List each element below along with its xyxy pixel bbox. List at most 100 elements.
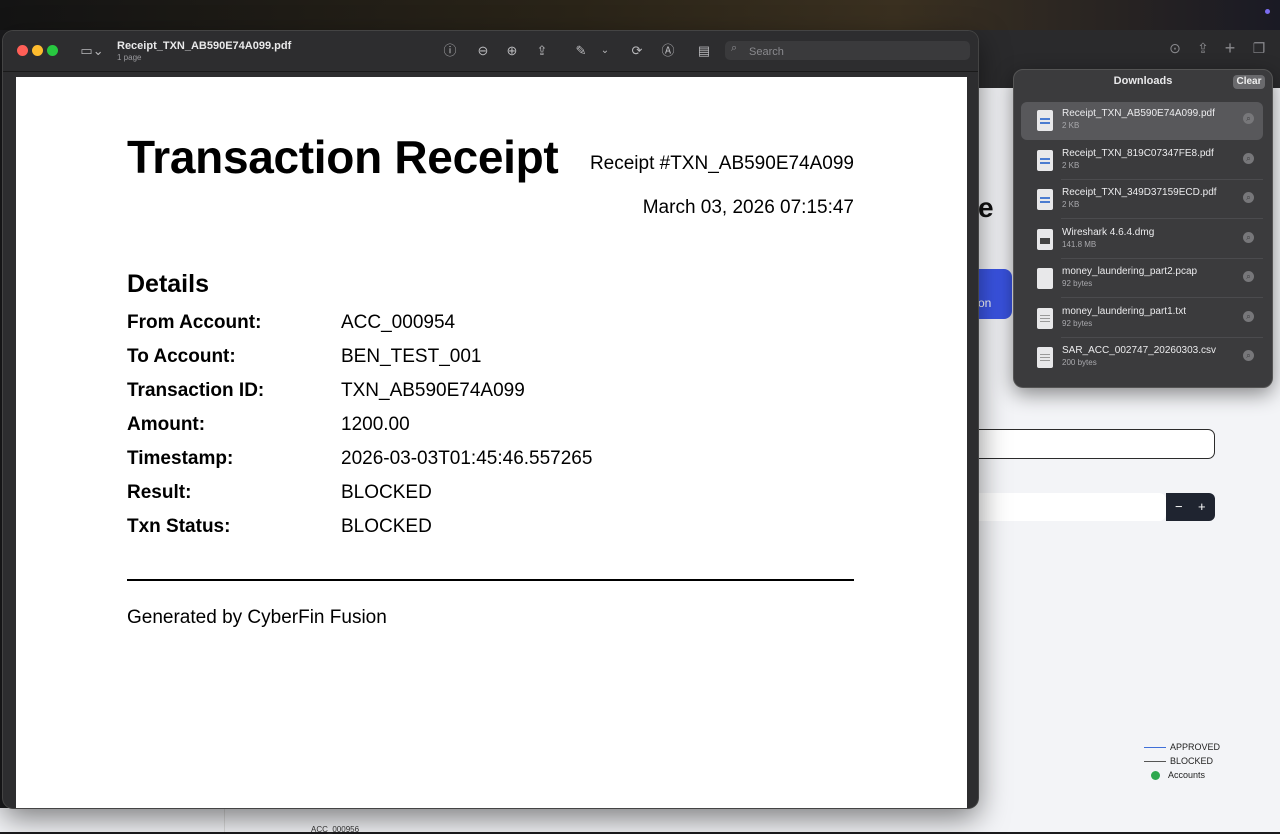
legend-line-swatch (1144, 746, 1166, 748)
download-item[interactable]: Receipt_TXN_349D37159ECD.pdf 2 KB ⌕ (1021, 181, 1263, 219)
tab-overview-icon[interactable]: ❐ (1251, 40, 1267, 56)
download-item[interactable]: money_laundering_part1.txt 92 bytes ⌕ (1021, 300, 1263, 338)
download-file-name: Receipt_TXN_819C07347FE8.pdf (1062, 148, 1214, 159)
desktop-background (0, 0, 1280, 30)
detail-label: From Account: (127, 312, 262, 333)
reveal-in-finder-icon[interactable]: ⌕ (1243, 350, 1254, 361)
background-amount-input[interactable] (970, 493, 1166, 521)
form-fill-icon[interactable]: ▤ (693, 41, 715, 61)
receipt-date: March 03, 2026 07:15:47 (642, 197, 854, 218)
download-file-size: 2 KB (1062, 161, 1080, 170)
reveal-in-finder-icon[interactable]: ⌕ (1243, 311, 1254, 322)
disk-image-icon (1037, 229, 1053, 250)
quantity-stepper: − + (1166, 493, 1215, 521)
download-file-name: Receipt_TXN_349D37159ECD.pdf (1062, 187, 1217, 198)
detail-value: TXN_AB590E74A099 (341, 380, 525, 401)
divider (1061, 218, 1263, 219)
download-file-name: Receipt_TXN_AB590E74A099.pdf (1062, 108, 1215, 119)
reveal-in-finder-icon[interactable]: ⌕ (1243, 271, 1254, 282)
download-file-name: money_laundering_part1.txt (1062, 306, 1186, 317)
csv-file-icon (1037, 347, 1053, 368)
markup-icon[interactable]: Ⓐ (659, 41, 677, 61)
detail-value: BLOCKED (341, 516, 432, 537)
pdf-file-icon (1037, 150, 1053, 171)
pdf-file-icon (1037, 189, 1053, 210)
pdf-file-icon (1037, 110, 1053, 131)
detail-label: Result: (127, 482, 192, 503)
reveal-in-finder-icon[interactable]: ⌕ (1243, 232, 1254, 243)
new-tab-icon[interactable]: + (1222, 39, 1238, 57)
detail-value: BEN_TEST_001 (341, 346, 482, 367)
search-icon: ⌕ (731, 42, 738, 54)
close-window-button[interactable] (17, 45, 28, 56)
download-file-size: 141.8 MB (1062, 240, 1097, 249)
legend-label: APPROVED (1170, 742, 1221, 752)
download-file-size: 92 bytes (1062, 279, 1093, 288)
receipt-title: Transaction Receipt (127, 131, 559, 183)
download-file-size: 2 KB (1062, 200, 1080, 209)
reveal-in-finder-icon[interactable]: ⌕ (1243, 113, 1254, 124)
search-input[interactable] (747, 43, 966, 60)
document-title: Receipt_TXN_AB590E74A099.pdf (117, 40, 292, 52)
divider (127, 579, 854, 581)
rotate-icon[interactable]: ⟳ (628, 41, 646, 61)
background-text-input[interactable] (970, 429, 1215, 459)
legend-item-approved: APPROVED (1144, 740, 1220, 754)
download-item[interactable]: money_laundering_part2.pcap 92 bytes ⌕ (1021, 260, 1263, 298)
stepper-minus-button[interactable]: − (1175, 499, 1183, 514)
detail-label: To Account: (127, 346, 236, 367)
zoom-in-icon[interactable]: ⊕ (503, 41, 521, 61)
zoom-out-icon[interactable]: ⊖ (474, 41, 492, 61)
downloads-popover: Downloads Clear Receipt_TXN_AB590E74A099… (1013, 69, 1273, 388)
legend-line-swatch (1144, 760, 1166, 762)
download-file-size: 92 bytes (1062, 319, 1093, 328)
download-file-name: Wireshark 4.6.4.dmg (1062, 227, 1155, 238)
detail-value: ACC_000954 (341, 312, 456, 333)
receipt-footer: Generated by CyberFin Fusion (127, 607, 387, 628)
detail-label: Amount: (127, 414, 206, 435)
stepper-plus-button[interactable]: + (1198, 499, 1206, 514)
download-file-size: 200 bytes (1062, 358, 1097, 367)
download-item[interactable]: Receipt_TXN_AB590E74A099.pdf 2 KB ⌕ (1021, 102, 1263, 140)
download-item[interactable]: Receipt_TXN_819C07347FE8.pdf 2 KB ⌕ (1021, 142, 1263, 180)
preview-window: ▭⌄ Receipt_TXN_AB590E74A099.pdf 1 page ⓘ… (3, 31, 978, 808)
document-file-icon (1037, 268, 1053, 289)
divider (1061, 179, 1263, 180)
highlight-pen-icon[interactable]: ✎ (572, 41, 590, 61)
chevron-down-icon[interactable]: ⌄ (599, 41, 611, 61)
detail-label: Transaction ID: (127, 380, 265, 401)
divider (1061, 337, 1263, 338)
download-item[interactable]: SAR_ACC_002747_20260303.csv 200 bytes ⌕ (1021, 339, 1263, 377)
divider (1061, 297, 1263, 298)
download-file-size: 2 KB (1062, 121, 1080, 130)
download-item[interactable]: Wireshark 4.6.4.dmg 141.8 MB ⌕ (1021, 221, 1263, 259)
legend-dot-swatch (1151, 770, 1160, 780)
search-field[interactable]: ⌕ (725, 41, 970, 60)
minimize-window-button[interactable] (32, 45, 43, 56)
detail-value: 1200.00 (341, 414, 410, 435)
divider (1061, 258, 1263, 259)
zoom-window-button[interactable] (47, 45, 58, 56)
info-icon[interactable]: ⓘ (441, 41, 459, 61)
detail-label: Timestamp: (127, 448, 234, 469)
receipt-number: Receipt #TXN_AB590E74A099 (589, 153, 854, 174)
legend-item-blocked: BLOCKED (1144, 754, 1220, 768)
download-file-name: SAR_ACC_002747_20260303.csv (1062, 345, 1216, 356)
legend-label: BLOCKED (1170, 756, 1214, 766)
download-file-name: money_laundering_part2.pcap (1062, 266, 1198, 277)
legend-label: Accounts (1168, 770, 1206, 780)
sidebar-toggle-icon[interactable]: ▭⌄ (77, 41, 107, 61)
details-heading: Details (127, 270, 209, 298)
clear-downloads-button[interactable]: Clear (1233, 75, 1265, 89)
background-graph-area: ACC_000956 (0, 808, 970, 834)
background-heading: e (978, 192, 994, 223)
reveal-in-finder-icon[interactable]: ⌕ (1243, 153, 1254, 164)
detail-value: 2026-03-03T01:45:46.557265 (341, 448, 593, 469)
downloads-icon[interactable]: ⊙ (1167, 40, 1183, 56)
share-icon[interactable]: ⇪ (1195, 40, 1211, 56)
divider (224, 808, 225, 832)
reveal-in-finder-icon[interactable]: ⌕ (1243, 192, 1254, 203)
share-icon[interactable]: ⇪ (533, 41, 551, 61)
text-file-icon (1037, 308, 1053, 329)
legend-item-accounts: Accounts (1144, 768, 1220, 782)
